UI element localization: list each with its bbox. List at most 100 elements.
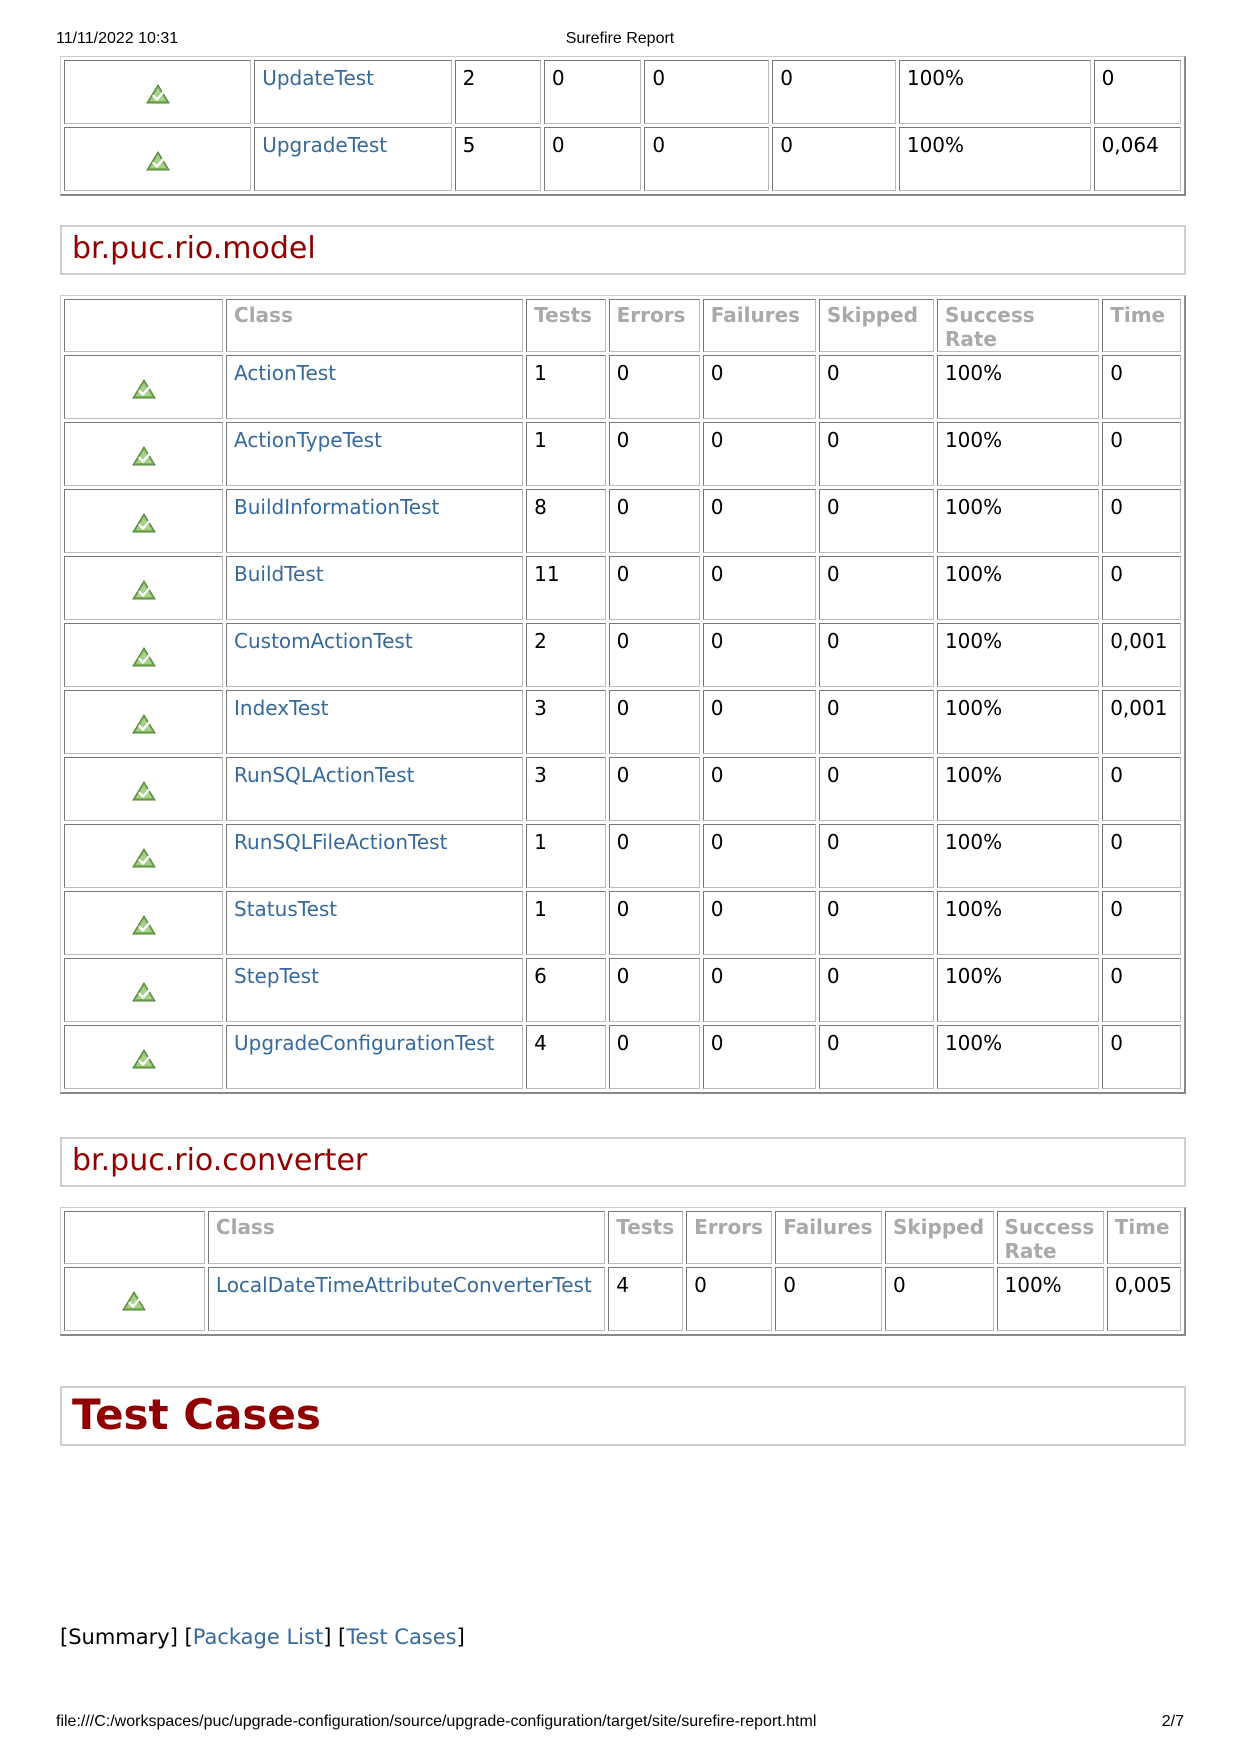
converter-results-table: Class Tests Errors Failures Skipped Succ… [60, 1207, 1186, 1336]
nav-summary-link[interactable]: Summary [68, 1625, 169, 1649]
time-cell: 0 [1102, 556, 1181, 620]
success-rate-cell: 100% [936, 891, 1100, 955]
header-failures: Failures [702, 299, 816, 352]
skipped-cell: 0 [884, 1267, 994, 1331]
success-icon [131, 646, 156, 666]
nav-test-cases-link[interactable]: Test Cases [346, 1625, 456, 1649]
tests-cell: 6 [526, 958, 606, 1022]
class-link[interactable]: BuildTest [234, 562, 324, 586]
failures-cell: 0 [644, 60, 770, 124]
table-row: UpdateTest 2 0 0 0 100% 0 [64, 60, 1181, 124]
errors-cell: 0 [608, 824, 700, 888]
class-link[interactable]: CustomActionTest [234, 629, 413, 653]
header-skipped: Skipped [884, 1211, 994, 1264]
tests-cell: 2 [454, 60, 541, 124]
time-cell: 0,001 [1102, 623, 1181, 687]
class-link[interactable]: StatusTest [234, 897, 337, 921]
success-rate-cell: 100% [936, 556, 1100, 620]
success-icon [131, 780, 156, 800]
class-link[interactable]: UpdateTest [262, 66, 374, 90]
class-link[interactable]: LocalDateTimeAttributeConverterTest [216, 1273, 592, 1297]
print-title: Surefire Report [565, 30, 675, 47]
skipped-cell: 0 [818, 824, 934, 888]
class-link[interactable]: ActionTest [234, 361, 336, 385]
status-cell [64, 958, 224, 1022]
success-rate-cell: 100% [936, 623, 1100, 687]
table-row: IndexTest 3 0 0 0 100% 0,001 [64, 690, 1181, 754]
status-cell [64, 690, 224, 754]
nav-package-list-link[interactable]: Package List [193, 1625, 323, 1649]
errors-cell: 0 [608, 489, 700, 553]
errors-cell: 0 [543, 127, 642, 191]
table-row: ActionTypeTest 1 0 0 0 100% 0 [64, 422, 1181, 486]
status-cell [64, 891, 224, 955]
report-navigation: [Summary] [Package List] [Test Cases] [60, 1625, 465, 1649]
status-cell [64, 1267, 205, 1331]
time-cell: 0,001 [1102, 690, 1181, 754]
errors-cell: 0 [608, 422, 700, 486]
table-row: LocalDateTimeAttributeConverterTest 4 0 0 0 1… [64, 1267, 1181, 1331]
success-icon [122, 1290, 147, 1310]
top-table-body: UpdateTest 2 0 0 0 100% 0 UpgradeTest 5 0 0 0 100% 0,… [64, 60, 1181, 191]
class-link[interactable]: StepTest [234, 964, 319, 988]
errors-cell: 0 [608, 958, 700, 1022]
tests-cell: 8 [526, 489, 606, 553]
time-cell: 0 [1102, 489, 1181, 553]
errors-cell: 0 [608, 1025, 700, 1089]
class-link[interactable]: RunSQLFileActionTest [234, 830, 447, 854]
table-row: BuildTest 11 0 0 0 100% 0 [64, 556, 1181, 620]
class-cell: RunSQLActionTest [226, 757, 524, 821]
errors-cell: 0 [608, 623, 700, 687]
tests-cell: 4 [608, 1267, 684, 1331]
success-rate-cell: 100% [936, 1025, 1100, 1089]
header-errors: Errors [686, 1211, 773, 1264]
skipped-cell: 0 [818, 1025, 934, 1089]
failures-cell: 0 [644, 127, 770, 191]
header-class: Class [207, 1211, 606, 1264]
header-success-rate: Success Rate [996, 1211, 1104, 1264]
time-cell: 0 [1102, 958, 1181, 1022]
errors-cell: 0 [608, 891, 700, 955]
print-footer: file:///C:/workspaces/puc/upgrade-config… [56, 1713, 1184, 1735]
tests-cell: 1 [526, 891, 606, 955]
time-cell: 0 [1093, 60, 1181, 124]
status-cell [64, 127, 252, 191]
header-class: Class [226, 299, 524, 352]
class-link[interactable]: RunSQLActionTest [234, 763, 414, 787]
success-rate-cell: 100% [936, 690, 1100, 754]
skipped-cell: 0 [818, 489, 934, 553]
errors-cell: 0 [543, 60, 642, 124]
model-header-row: Class Tests Errors Failures Skipped Succ… [64, 299, 1181, 352]
failures-cell: 0 [702, 1025, 816, 1089]
errors-cell: 0 [608, 355, 700, 419]
tests-cell: 3 [526, 690, 606, 754]
time-cell: 0 [1102, 891, 1181, 955]
time-cell: 0 [1102, 422, 1181, 486]
skipped-cell: 0 [818, 556, 934, 620]
success-icon [131, 847, 156, 867]
class-cell: StepTest [226, 958, 524, 1022]
success-icon [131, 981, 156, 1001]
success-icon [145, 83, 170, 103]
class-link[interactable]: BuildInformationTest [234, 495, 439, 519]
class-link[interactable]: UpgradeTest [262, 133, 387, 157]
status-cell [64, 757, 224, 821]
failures-cell: 0 [775, 1267, 882, 1331]
model-results-table: Class Tests Errors Failures Skipped Succ… [60, 295, 1186, 1094]
skipped-cell: 0 [818, 891, 934, 955]
success-rate-cell: 100% [936, 958, 1100, 1022]
tests-cell: 5 [454, 127, 541, 191]
class-link[interactable]: UpgradeConfigurationTest [234, 1031, 495, 1055]
failures-cell: 0 [702, 891, 816, 955]
skipped-cell: 0 [818, 623, 934, 687]
class-link[interactable]: IndexTest [234, 696, 328, 720]
time-cell: 0 [1102, 757, 1181, 821]
tests-cell: 2 [526, 623, 606, 687]
errors-cell: 0 [686, 1267, 773, 1331]
table-row: CustomActionTest 2 0 0 0 100% 0,001 [64, 623, 1181, 687]
class-link[interactable]: ActionTypeTest [234, 428, 382, 452]
table-row: ActionTest 1 0 0 0 100% 0 [64, 355, 1181, 419]
success-icon [131, 378, 156, 398]
table-row: StepTest 6 0 0 0 100% 0 [64, 958, 1181, 1022]
success-rate-cell: 100% [898, 60, 1091, 124]
